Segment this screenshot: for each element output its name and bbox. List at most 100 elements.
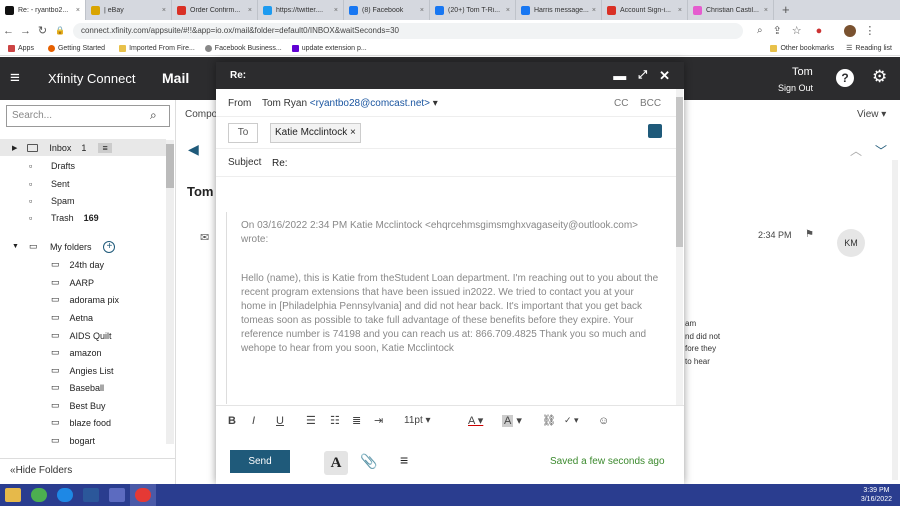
folder-options-icon[interactable]: ≡ [98,142,112,153]
chrome-icon[interactable] [26,484,52,506]
sign-out-link[interactable]: Sign Out [778,83,813,93]
content-scrollbar[interactable] [892,160,898,480]
underline-icon[interactable]: U [276,415,306,427]
extension-icon[interactable]: ● [816,25,823,37]
send-button[interactable]: Send [230,450,290,473]
folder-item[interactable]: ▭ Best Buy [0,397,166,414]
browser-tab[interactable]: Harris message... × [516,0,602,20]
avatar[interactable] [844,24,857,37]
folder-item[interactable]: ▭ Baseball [0,379,166,396]
bold-icon[interactable]: B [228,415,252,427]
tab-close-icon[interactable]: × [248,7,252,14]
tab-close-icon[interactable]: × [76,7,80,14]
browser-tab[interactable]: | eBay × [86,0,172,20]
align-icon[interactable]: ≣ [352,414,374,427]
close-icon[interactable]: ✕ [659,68,670,84]
bookmark-apps[interactable]: Apps [8,44,34,52]
zoom-icon[interactable]: ⌕ [757,25,763,36]
menu-dots-icon[interactable]: ⋮ [864,24,875,37]
chrome-active-icon[interactable] [130,484,156,506]
compose-scrollbar[interactable] [676,89,683,405]
bcc-toggle[interactable]: BCC [640,98,661,109]
bookmark-facebook-business[interactable]: Facebook Business... [204,44,282,52]
font-format-icon[interactable]: A [324,451,348,475]
taskbar-clock[interactable]: 3:39 PM 3/16/2022 [861,486,892,504]
folder-trash[interactable]: ▫ Trash 169 [0,209,166,226]
back-icon[interactable]: ← [0,25,17,37]
settings-gear-icon[interactable]: ⚙ [872,67,887,87]
indent-icon[interactable]: ⇥ [374,414,404,427]
address-book-icon[interactable] [648,124,662,138]
bullet-list-icon[interactable]: ☰ [306,414,330,427]
folder-drafts[interactable]: ▫ Drafts [0,157,166,174]
tab-close-icon[interactable]: × [678,7,682,14]
browser-tab[interactable]: (20+) Tom T-Ri... × [430,0,516,20]
flag-icon[interactable]: ⚑ [805,229,814,240]
editor-area[interactable]: On 03/16/2022 2:34 PM Katie Mcclintock <… [226,212,672,404]
help-icon[interactable]: ? [836,69,854,87]
share-icon[interactable]: ⇪ [773,24,782,37]
folder-item[interactable]: ▭ Angies List [0,362,166,379]
next-mail-icon[interactable]: ﹀ [875,142,887,159]
search-icon[interactable]: ⌕ [150,108,157,123]
folder-item[interactable]: ▭ Aetna [0,309,166,326]
section-mail[interactable]: Mail [162,70,189,86]
browser-tab[interactable]: Account Sign-i... × [602,0,688,20]
browser-tab[interactable]: https://twitter.... × [258,0,344,20]
tab-close-icon[interactable]: × [764,7,768,14]
numbered-list-icon[interactable]: ☷ [330,414,352,427]
expand-caret-icon[interactable]: ▶ [12,144,17,152]
reload-icon[interactable]: ↻ [34,24,51,37]
folder-item[interactable]: ▭ amazon [0,344,166,361]
compose-partial-label[interactable]: Compo [185,109,217,120]
lock-icon[interactable]: 🔒 [55,26,65,35]
folder-item[interactable]: ▭ AIDS Quilt [0,327,166,344]
folder-inbox[interactable]: ▶ Inbox 1 ≡ [0,139,166,156]
folder-item[interactable]: ▭ AARP [0,274,166,291]
hamburger-menu-icon[interactable]: ≡ [10,68,20,88]
tab-close-icon[interactable]: × [334,7,338,14]
scrollbar-thumb[interactable] [676,97,683,247]
folder-sent[interactable]: ▫ Sent [0,175,166,192]
app-icon[interactable] [104,484,130,506]
background-color-icon[interactable]: A ▾ [502,414,542,427]
subject-input[interactable]: Re: [272,158,288,169]
bookmark-imported[interactable]: Imported From Fire... [119,44,195,52]
folder-item[interactable]: ▭ blaze food [0,414,166,431]
browser-tab[interactable]: Re: - ryantbo2... × [0,0,86,20]
bookmark-update-extension[interactable]: update extension p... [291,44,367,52]
new-tab-button[interactable]: + [774,0,798,20]
browser-tab[interactable]: (8) Facebook × [344,0,430,20]
maximize-icon[interactable]: ⤢ [638,69,647,82]
tab-close-icon[interactable]: × [506,7,510,14]
text-color-icon[interactable]: A ▾ [468,414,502,427]
view-dropdown[interactable]: View ▾ [857,109,886,120]
hide-folders-link[interactable]: «Hide Folders [10,465,72,476]
recipient-token[interactable]: Katie Mcclintock × [270,123,361,143]
emoji-icon[interactable]: ☺ [598,415,609,427]
reading-list[interactable]: ☰ Reading list [846,44,892,53]
sidebar-scrollbar[interactable] [166,140,174,444]
scrollbar-thumb[interactable] [166,144,174,188]
word-icon[interactable] [78,484,104,506]
minimize-icon[interactable]: ▬ [613,68,626,83]
italic-icon[interactable]: I [252,415,276,427]
brand-title[interactable]: Xfinity Connect [48,71,135,86]
to-button[interactable]: To [228,123,258,143]
forward-icon[interactable]: → [17,25,34,37]
ie-icon[interactable] [52,484,78,506]
previous-mail-icon[interactable]: ︿ [850,142,862,159]
url-field[interactable]: connect.xfinity.com/appsuite/#!!&app=io.… [72,22,743,39]
add-folder-icon[interactable]: + [103,240,116,253]
remove-recipient-icon[interactable]: × [350,127,356,138]
tab-close-icon[interactable]: × [420,7,424,14]
browser-tab[interactable]: Order Confirm... × [172,0,258,20]
bookmark-getting-started[interactable]: Getting Started [47,44,105,52]
star-icon[interactable]: ☆ [792,24,802,37]
back-chevron-icon[interactable]: ◀ [188,141,199,158]
tab-close-icon[interactable]: × [592,7,596,14]
folder-item[interactable]: ▭ bogart [0,432,166,449]
folder-spam[interactable]: ▫ Spam [0,192,166,209]
from-selector[interactable]: Tom Ryan <ryantbo28@comcast.net> ▾ [262,98,438,109]
spellcheck-icon[interactable]: ✓ ▾ [564,415,598,426]
